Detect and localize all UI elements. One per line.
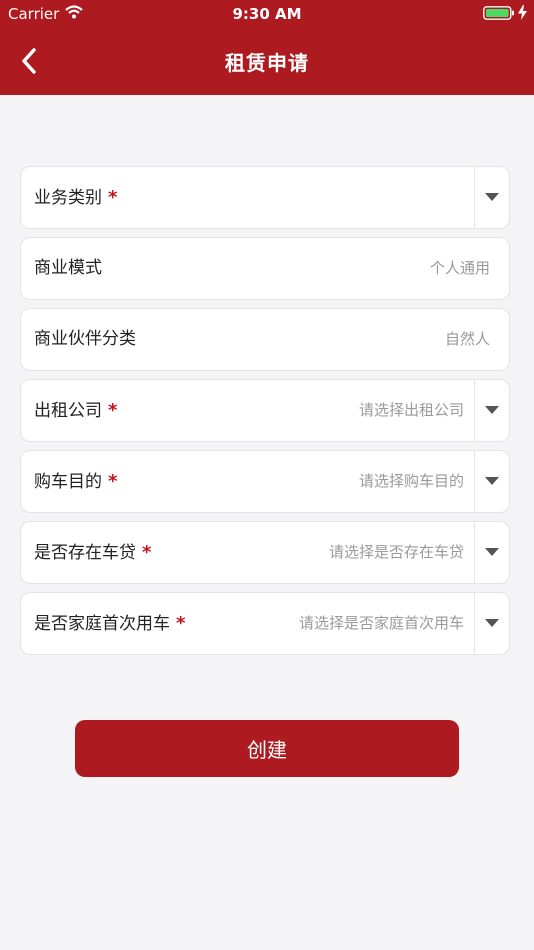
create-button[interactable]: 创建: [75, 720, 459, 777]
charging-icon: [518, 5, 527, 20]
caret-down-icon: [485, 548, 499, 556]
field-placeholder: 请选择是否家庭首次用车: [298, 614, 464, 632]
status-time: 9:30 AM: [232, 5, 302, 23]
required-mark: *: [142, 542, 152, 563]
field-business-model: 商业模式 个人通用: [20, 237, 510, 300]
field-value: 个人通用: [429, 259, 490, 277]
field-value: 自然人: [444, 330, 490, 348]
field-label: 是否存在车贷 *: [34, 542, 152, 563]
caret-down-icon: [485, 477, 499, 485]
caret-down-icon: [485, 193, 499, 201]
field-purchase-purpose[interactable]: 购车目的 * 请选择购车目的: [20, 450, 510, 513]
required-mark: *: [108, 471, 118, 492]
required-mark: *: [108, 187, 118, 208]
dropdown-toggle[interactable]: [474, 167, 509, 228]
field-placeholder: 请选择出租公司: [358, 401, 464, 419]
field-label: 是否家庭首次用车 *: [34, 613, 186, 634]
field-business-category[interactable]: 业务类别 *: [20, 166, 510, 229]
field-label: 业务类别 *: [34, 187, 118, 208]
field-placeholder: 请选择是否存在车贷: [328, 543, 464, 561]
required-mark: *: [108, 400, 118, 421]
field-label: 商业模式: [34, 258, 102, 278]
dropdown-toggle[interactable]: [474, 380, 509, 441]
caret-down-icon: [485, 406, 499, 414]
page-title: 租赁申请: [225, 51, 309, 75]
required-mark: *: [176, 613, 186, 634]
field-partner-category: 商业伙伴分类 自然人: [20, 308, 510, 371]
field-existing-car-loan[interactable]: 是否存在车贷 * 请选择是否存在车贷: [20, 521, 510, 584]
header-bar: Carrier 9:30 AM 租赁申请: [0, 0, 534, 95]
field-placeholder: 请选择购车目的: [358, 472, 464, 490]
field-leasing-company[interactable]: 出租公司 * 请选择出租公司: [20, 379, 510, 442]
caret-down-icon: [485, 619, 499, 627]
field-label: 出租公司 *: [34, 400, 118, 421]
status-bar: Carrier 9:30 AM: [0, 0, 534, 28]
field-first-family-car[interactable]: 是否家庭首次用车 * 请选择是否家庭首次用车: [20, 592, 510, 655]
field-label: 商业伙伴分类: [34, 329, 136, 349]
dropdown-toggle[interactable]: [474, 593, 509, 654]
battery-icon: [483, 6, 514, 20]
lease-application-form: 业务类别 * 商业模式 个人通用 商业伙伴分类 自然人 出租公司 * 请选择出租公司…: [20, 166, 510, 663]
field-label: 购车目的 *: [34, 471, 118, 492]
dropdown-toggle[interactable]: [474, 522, 509, 583]
dropdown-toggle[interactable]: [474, 451, 509, 512]
